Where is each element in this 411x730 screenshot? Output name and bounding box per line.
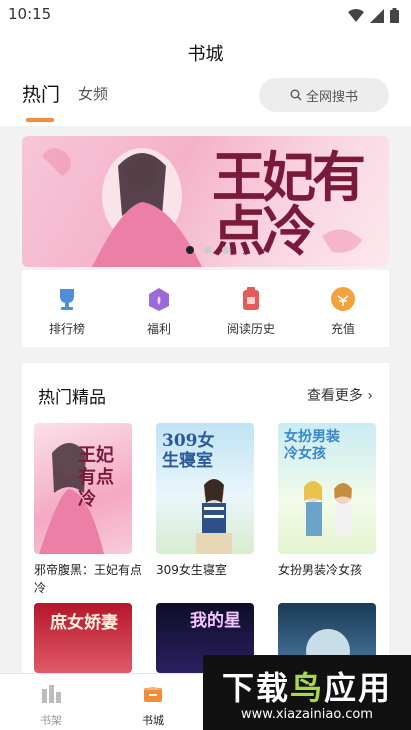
trophy-icon xyxy=(54,286,80,312)
header: 书城 热门 女频 全网搜书 xyxy=(0,32,411,126)
watermark-text-prefix: 下载 xyxy=(221,669,290,707)
nav-bookstore[interactable]: 书城 xyxy=(118,682,188,728)
book-title[interactable]: 309女生寝室 xyxy=(156,561,264,579)
status-time: 10:15 xyxy=(8,5,52,23)
watermark-logo: 下载鸟应用 www.xiazainiao.com xyxy=(203,655,411,730)
quick-link-history[interactable]: 阅读历史 xyxy=(211,282,291,337)
watermark-text-suffix: 应用 xyxy=(324,669,393,707)
nav-bookshelf[interactable]: 书架 xyxy=(16,682,86,728)
nav-label: 书架 xyxy=(40,714,62,727)
watermark-url: www.xiazainiao.com xyxy=(241,707,373,722)
book-cover[interactable]: 309女生寝室 xyxy=(156,423,254,554)
search-icon xyxy=(290,89,302,101)
cover-title: 庶女娇妻 xyxy=(50,613,118,633)
banner-title: 王妃有点冷 xyxy=(212,145,366,263)
watermark-text: 下载鸟应用 xyxy=(203,663,411,709)
cover-title: 我的星 xyxy=(190,611,241,631)
quick-link-label: 充值 xyxy=(330,322,355,336)
book-title[interactable]: 女扮男装冷女孩 xyxy=(278,561,386,579)
book-cover[interactable]: 王妃有点冷 xyxy=(34,423,132,554)
cover-title: 女扮男装冷女孩 xyxy=(284,429,340,462)
carousel-dot[interactable] xyxy=(204,246,212,254)
wifi-icon xyxy=(348,8,364,22)
carousel-dot[interactable] xyxy=(222,246,230,254)
view-more-label: 查看更多 xyxy=(306,388,363,404)
carousel-dots xyxy=(186,246,230,254)
signal-icon xyxy=(370,8,384,23)
tab-female[interactable]: 女频 xyxy=(78,83,108,104)
quick-link-label: 福利 xyxy=(146,322,171,336)
tab-hot[interactable]: 热门 xyxy=(22,80,60,107)
gift-icon xyxy=(146,286,172,312)
section-title: 热门精品 xyxy=(38,388,106,408)
book-cover[interactable]: 庶女娇妻 xyxy=(34,603,132,673)
battery-icon xyxy=(390,8,399,23)
page-title: 书城 xyxy=(187,44,224,65)
cover-title: 309女生寝室 xyxy=(162,431,215,471)
bookshelf-icon xyxy=(42,685,61,703)
history-icon xyxy=(238,286,264,312)
status-bar: 10:15 xyxy=(0,0,411,32)
nav-label: 书城 xyxy=(142,714,164,727)
bookstore-icon xyxy=(144,687,162,702)
hot-picks-section: 热门精品 查看更多 › 王妃有点冷 邪帝腹黑：王妃有点冷 309女生寝室 309… xyxy=(22,363,389,673)
quick-links: 排行榜 福利 阅读历史 充值 xyxy=(22,270,389,347)
quick-link-label: 阅读历史 xyxy=(226,322,275,336)
search-placeholder: 全网搜书 xyxy=(305,89,358,105)
chevron-right-icon: › xyxy=(367,388,373,404)
book-title[interactable]: 邪帝腹黑：王妃有点冷 xyxy=(34,561,142,597)
search-button[interactable]: 全网搜书 xyxy=(259,78,389,112)
cover-title: 王妃有点冷 xyxy=(78,445,114,510)
book-cover[interactable]: 女扮男装冷女孩 xyxy=(278,423,376,554)
status-icons xyxy=(348,8,399,23)
view-more-link[interactable]: 查看更多 › xyxy=(307,385,373,405)
watermark-text-accent: 鸟 xyxy=(289,669,324,707)
quick-link-ranking[interactable]: 排行榜 xyxy=(27,282,107,337)
quick-link-recharge[interactable]: 充值 xyxy=(303,282,383,337)
recharge-icon xyxy=(330,286,356,312)
carousel-dot[interactable] xyxy=(186,246,194,254)
active-tab-indicator xyxy=(26,118,54,122)
quick-link-label: 排行榜 xyxy=(48,322,85,336)
quick-link-welfare[interactable]: 福利 xyxy=(119,282,199,337)
